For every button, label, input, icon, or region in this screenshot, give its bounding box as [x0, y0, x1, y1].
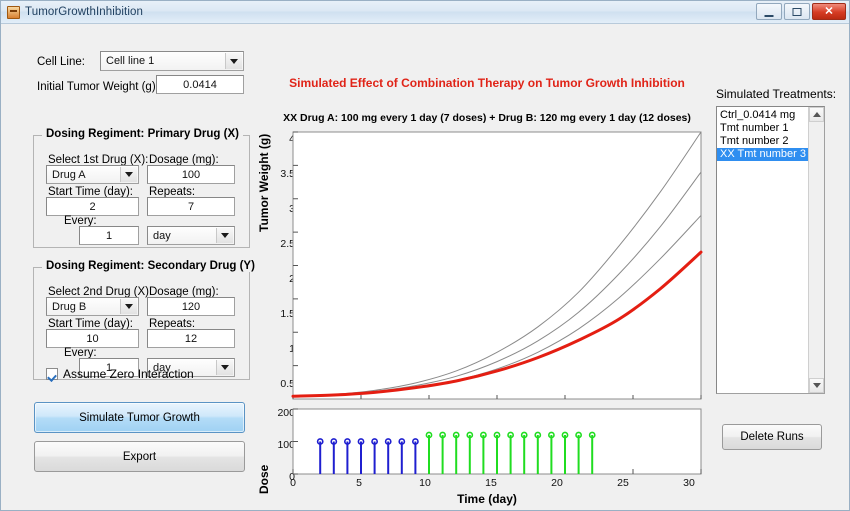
close-button[interactable]: ✕ [812, 3, 846, 20]
treatments-listbox[interactable]: Ctrl_0.0414 mg Tmt number 1 Tmt number 2… [716, 106, 825, 394]
primary-every-unit-select[interactable]: day [147, 226, 235, 245]
application-window: TumorGrowthInhibition ✕ Cell Line: Cell … [0, 0, 850, 511]
chart-area: Simulated Effect of Combination Therapy … [257, 54, 711, 510]
chevron-down-icon [216, 228, 233, 243]
scroll-down-button[interactable] [809, 378, 824, 393]
primary-drug-value: Drug A [52, 168, 86, 181]
minimize-button[interactable] [756, 3, 782, 20]
secondary-dosage-input[interactable]: 120 [147, 297, 235, 316]
scroll-up-button[interactable] [809, 107, 824, 122]
cell-line-label: Cell Line: [37, 56, 85, 68]
window-body: Cell Line: Cell line 1 Initial Tumor Wei… [1, 24, 849, 510]
list-item[interactable]: Tmt number 2 [717, 135, 808, 148]
delete-runs-button[interactable]: Delete Runs [722, 424, 822, 450]
cell-line-select[interactable]: Cell line 1 [100, 51, 244, 71]
chevron-down-icon [225, 53, 242, 69]
window-controls: ✕ [756, 3, 846, 20]
primary-every-input[interactable]: 1 [79, 226, 139, 245]
secondary-drug-value: Drug B [52, 300, 87, 313]
close-icon: ✕ [824, 5, 834, 17]
listbox-scrollbar[interactable] [808, 107, 824, 393]
maximize-button[interactable] [784, 3, 810, 20]
cell-line-value: Cell line 1 [106, 55, 155, 67]
chevron-down-icon [120, 299, 137, 314]
zero-interaction-checkbox-row[interactable]: Assume Zero Interaction [46, 367, 194, 381]
list-item-selected[interactable]: XX Tmt number 3 [717, 148, 808, 161]
maximize-icon [792, 7, 802, 16]
simulate-button[interactable]: Simulate Tumor Growth [34, 402, 245, 433]
primary-drug-group-title: Dosing Regiment: Primary Drug (X) [42, 128, 243, 140]
primary-repeats-input[interactable]: 7 [147, 197, 235, 216]
primary-drug-select[interactable]: Drug A [46, 165, 139, 184]
treatments-header: Simulated Treatments: [716, 87, 837, 101]
initial-weight-input[interactable]: 0.0414 [156, 75, 244, 94]
zero-interaction-label: Assume Zero Interaction [63, 367, 194, 381]
primary-start-input[interactable]: 2 [46, 197, 139, 216]
matlab-figure-icon [7, 5, 20, 19]
chevron-down-icon [120, 167, 137, 182]
list-item[interactable]: Tmt number 1 [717, 122, 808, 135]
primary-dosage-input[interactable]: 100 [147, 165, 235, 184]
chevron-down-icon [216, 360, 233, 375]
secondary-drug-group-title: Dosing Regiment: Secondary Drug (Y) [42, 260, 259, 272]
treatments-list: Ctrl_0.0414 mg Tmt number 1 Tmt number 2… [717, 109, 808, 161]
initial-weight-label: Initial Tumor Weight (g): [37, 81, 159, 93]
chart-canvas [291, 131, 703, 475]
list-item[interactable]: Ctrl_0.0414 mg [717, 109, 808, 122]
minimize-icon [764, 14, 774, 17]
secondary-drug-select[interactable]: Drug B [46, 297, 139, 316]
export-button[interactable]: Export [34, 441, 245, 472]
secondary-repeats-input[interactable]: 12 [147, 329, 235, 348]
title-bar: TumorGrowthInhibition ✕ [1, 1, 849, 24]
primary-every-unit-value: day [153, 229, 171, 242]
window-title: TumorGrowthInhibition [25, 6, 143, 18]
secondary-start-input[interactable]: 10 [46, 329, 139, 348]
zero-interaction-checkbox[interactable] [46, 368, 58, 380]
